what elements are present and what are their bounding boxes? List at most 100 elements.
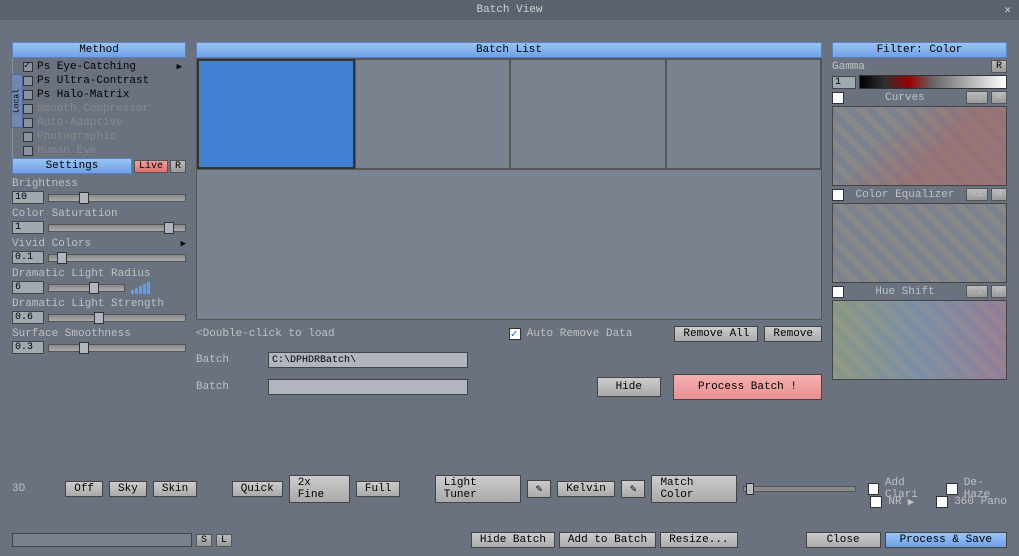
- chevron-right-icon: ▶: [177, 62, 182, 72]
- dramatic-strength-value[interactable]: 0.6: [12, 311, 44, 324]
- checkbox-icon[interactable]: [23, 62, 33, 72]
- batch-path-input-2[interactable]: [268, 379, 468, 395]
- sky-button[interactable]: Sky: [109, 481, 147, 497]
- progress-bar: [12, 533, 192, 547]
- dramatic-strength-slider[interactable]: [48, 314, 186, 322]
- filter-header: Filter: Color: [832, 42, 1007, 58]
- checkbox-icon: [23, 146, 33, 156]
- batch-thumb-2[interactable]: [355, 59, 511, 169]
- method-human-eye: Human Eye: [13, 144, 186, 158]
- batch-path-input[interactable]: [268, 352, 468, 368]
- window-title: Batch View: [476, 4, 542, 16]
- hide-button[interactable]: Hide: [597, 377, 661, 397]
- local-tab[interactable]: Local: [11, 74, 23, 128]
- pano-label: 360 Pano: [954, 496, 1007, 508]
- brightness-value[interactable]: 10: [12, 191, 44, 204]
- vivid-slider[interactable]: [48, 254, 186, 262]
- method-halo-matrix[interactable]: Ps Halo-Matrix: [13, 88, 186, 102]
- batch-empty-area[interactable]: [196, 170, 822, 320]
- coloreq-preview[interactable]: [832, 203, 1007, 283]
- saturation-value[interactable]: 1: [12, 221, 44, 234]
- method-ultra-contrast[interactable]: Ps Ultra-Contrast: [13, 74, 186, 88]
- brightness-label: Brightness: [12, 178, 186, 190]
- brightness-slider[interactable]: [48, 194, 186, 202]
- smoothness-slider[interactable]: [48, 344, 186, 352]
- reset-button[interactable]: R: [170, 160, 186, 173]
- chevron-right-icon[interactable]: ▶: [181, 239, 186, 249]
- coloreq-label: Color Equalizer: [847, 189, 963, 201]
- off-button[interactable]: Off: [65, 481, 103, 497]
- checkbox-icon[interactable]: [23, 90, 33, 100]
- addclari-checkbox[interactable]: [868, 483, 879, 495]
- checkbox-icon: [23, 132, 33, 142]
- smoothness-value[interactable]: 0.3: [12, 341, 44, 354]
- nr-label: NR: [888, 496, 901, 508]
- remove-all-button[interactable]: Remove All: [674, 326, 758, 342]
- match-color-slider[interactable]: [743, 486, 855, 492]
- close-button[interactable]: Close: [806, 532, 881, 548]
- batch-thumb-4[interactable]: [666, 59, 822, 169]
- dramatic-radius-value[interactable]: 6: [12, 281, 44, 294]
- method-photographic: Photographic: [13, 130, 186, 144]
- live-button[interactable]: Live: [134, 160, 168, 173]
- checkbox-icon[interactable]: [23, 76, 33, 86]
- coloreq-x1[interactable]: x1: [966, 188, 988, 201]
- kelvin-button[interactable]: Kelvin: [557, 481, 615, 497]
- quick-button[interactable]: Quick: [232, 481, 283, 497]
- vivid-value[interactable]: 0.1: [12, 251, 44, 264]
- pano-checkbox[interactable]: [936, 496, 948, 508]
- gamma-gradient[interactable]: [859, 75, 1007, 89]
- curves-checkbox[interactable]: [832, 92, 844, 104]
- hue-more[interactable]: ..: [966, 285, 988, 298]
- close-icon[interactable]: ✕: [1004, 3, 1011, 17]
- auto-remove-checkbox[interactable]: [509, 328, 521, 340]
- gamma-value[interactable]: 1: [832, 76, 856, 89]
- method-eye-catching[interactable]: Ps Eye-Catching▶: [13, 60, 186, 74]
- load-hint: <Double-click to load: [196, 328, 335, 340]
- batch-path-label: Batch: [196, 354, 256, 366]
- dramatic-radius-slider[interactable]: [48, 284, 125, 292]
- curves-more[interactable]: ..: [966, 91, 988, 104]
- gamma-reset[interactable]: R: [991, 60, 1007, 73]
- add-to-batch-button[interactable]: Add to Batch: [559, 532, 656, 548]
- curves-preview[interactable]: [832, 106, 1007, 186]
- process-save-button[interactable]: Process & Save: [885, 532, 1007, 548]
- batch-thumb-3[interactable]: [510, 59, 666, 169]
- batch-thumbnail-row: [196, 58, 822, 170]
- gamma-label: Gamma: [832, 61, 865, 73]
- curves-reset[interactable]: R: [991, 91, 1007, 104]
- process-batch-button[interactable]: Process Batch !: [673, 374, 822, 400]
- hue-preview[interactable]: [832, 300, 1007, 380]
- hue-checkbox[interactable]: [832, 286, 844, 298]
- nr-checkbox[interactable]: [870, 496, 882, 508]
- 2xfine-button[interactable]: 2x Fine: [289, 475, 350, 503]
- batch-thumb-1[interactable]: [197, 59, 355, 169]
- s-button[interactable]: S: [196, 534, 212, 547]
- coloreq-reset[interactable]: R: [991, 188, 1007, 201]
- auto-remove-label: Auto Remove Data: [527, 328, 633, 340]
- method-header: Method: [12, 42, 186, 58]
- l-button[interactable]: L: [216, 534, 232, 547]
- curves-label: Curves: [847, 92, 963, 104]
- checkbox-icon: [23, 118, 33, 128]
- resize-button[interactable]: Resize...: [660, 532, 737, 548]
- kelvin-picker[interactable]: ✎: [621, 480, 646, 498]
- dehaze-checkbox[interactable]: [946, 483, 957, 495]
- light-tuner-button[interactable]: Light Tuner: [435, 475, 521, 503]
- full-button[interactable]: Full: [356, 481, 400, 497]
- nr-arrow-icon[interactable]: ▶: [908, 495, 915, 509]
- checkbox-icon: [23, 104, 33, 114]
- hue-label: Hue Shift: [847, 286, 963, 298]
- hue-reset[interactable]: R: [991, 285, 1007, 298]
- coloreq-checkbox[interactable]: [832, 189, 844, 201]
- dramatic-strength-label: Dramatic Light Strength: [12, 298, 186, 310]
- skin-button[interactable]: Skin: [153, 481, 197, 497]
- match-color-button[interactable]: Match Color: [651, 475, 737, 503]
- dramatic-radius-label: Dramatic Light Radius: [12, 268, 186, 280]
- remove-button[interactable]: Remove: [764, 326, 822, 342]
- vivid-label: Vivid Colors▶: [12, 238, 186, 250]
- hide-batch-button[interactable]: Hide Batch: [471, 532, 555, 548]
- 3d-label: 3D: [12, 483, 25, 495]
- saturation-slider[interactable]: [48, 224, 186, 232]
- light-tuner-picker[interactable]: ✎: [527, 480, 552, 498]
